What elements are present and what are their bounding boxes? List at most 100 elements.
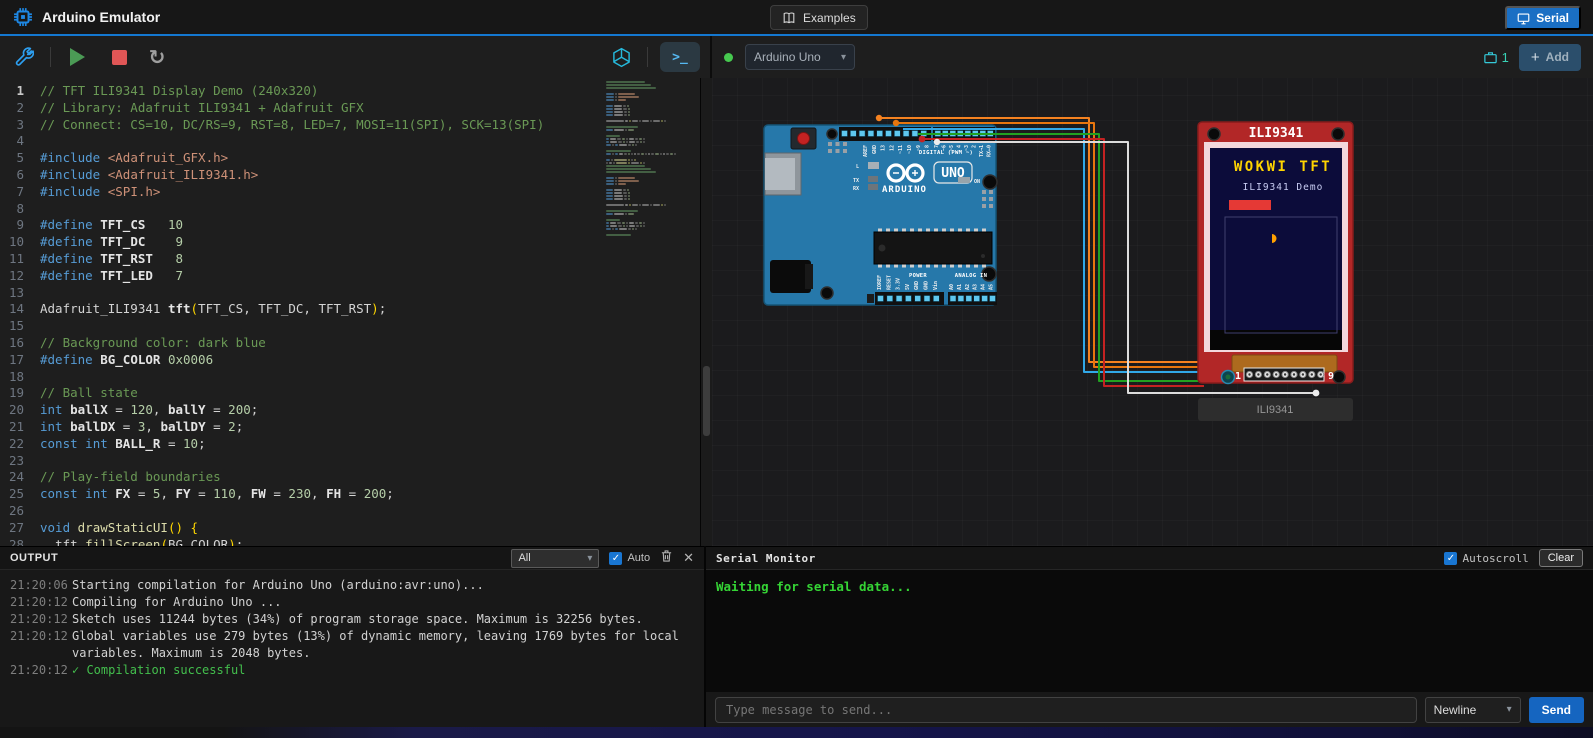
board-pin[interactable]: [828, 142, 832, 146]
wire-endpoint[interactable]: [919, 136, 926, 143]
serial-input[interactable]: [715, 697, 1417, 723]
wire-endpoint[interactable]: [893, 120, 899, 126]
close-output-button[interactable]: ✕: [683, 551, 694, 566]
board-pin[interactable]: [989, 190, 993, 194]
code-line[interactable]: 25const int FX = 5, FY = 110, FW = 230, …: [0, 486, 700, 503]
pin-silk-label: 5V: [905, 284, 911, 290]
code-line[interactable]: 15: [0, 318, 700, 335]
auto-checkbox[interactable]: [609, 552, 622, 565]
panel-splitter[interactable]: [700, 78, 712, 546]
code-line[interactable]: 20int ballX = 120, ballY = 200;: [0, 402, 700, 419]
board-pin[interactable]: [912, 131, 918, 137]
code-line[interactable]: 3// Connect: CS=10, DC/RS=9, RST=8, LED=…: [0, 117, 700, 134]
code-line[interactable]: 2// Library: Adafruit ILI9341 + Adafruit…: [0, 100, 700, 117]
board-select[interactable]: Arduino Uno ▾: [745, 44, 855, 70]
code-line[interactable]: 16// Background color: dark blue: [0, 335, 700, 352]
code-line[interactable]: 18: [0, 369, 700, 386]
board-pin[interactable]: [905, 296, 911, 302]
board-pin[interactable]: [924, 296, 930, 302]
code-line[interactable]: 11#define TFT_RST 8: [0, 251, 700, 268]
code-line[interactable]: 28 tft.fillScreen(BG_COLOR);: [0, 537, 700, 546]
board-pin[interactable]: [989, 197, 993, 201]
code-line[interactable]: 14Adafruit_ILI9341 tft(TFT_CS, TFT_DC, T…: [0, 301, 700, 318]
board-pin[interactable]: [982, 204, 986, 208]
code-line[interactable]: 23: [0, 453, 700, 470]
board-pin[interactable]: [842, 131, 848, 137]
board-pin[interactable]: [894, 131, 900, 137]
board-pin[interactable]: [836, 142, 840, 146]
code-line[interactable]: 21int ballDX = 3, ballDY = 2;: [0, 419, 700, 436]
format-code-button[interactable]: [10, 43, 38, 71]
board-pin[interactable]: [933, 296, 939, 302]
examples-button[interactable]: Examples: [770, 5, 868, 30]
wire-endpoint[interactable]: [876, 115, 882, 121]
code-line[interactable]: 9#define TFT_CS 10: [0, 217, 700, 234]
code-line[interactable]: 19// Ball state: [0, 385, 700, 402]
board-pin[interactable]: [982, 296, 988, 302]
board-pin[interactable]: [958, 296, 964, 302]
terminal-toggle-button[interactable]: >_: [660, 42, 700, 72]
output-filter-select[interactable]: All ▾: [511, 549, 599, 568]
code-token: ;: [236, 537, 244, 546]
run-button[interactable]: [63, 43, 91, 71]
board-pin[interactable]: [989, 204, 993, 208]
board-pin[interactable]: [828, 149, 832, 153]
board-pin[interactable]: [903, 131, 909, 137]
clear-output-button[interactable]: [660, 549, 673, 567]
add-part-button[interactable]: + Add: [1519, 44, 1581, 71]
board-pin[interactable]: [886, 131, 892, 137]
pin-silk-label: 3.3V: [896, 278, 902, 290]
board-pin[interactable]: [887, 296, 893, 302]
code-line[interactable]: 27void drawStaticUI() {: [0, 520, 700, 537]
board-pin[interactable]: [836, 149, 840, 153]
code-line[interactable]: 13: [0, 285, 700, 302]
code-line[interactable]: 12#define TFT_LED 7: [0, 268, 700, 285]
pin-silk-label: A5: [989, 284, 995, 290]
board-pin[interactable]: [990, 296, 996, 302]
stop-button[interactable]: [105, 43, 133, 71]
reset-button-cap[interactable]: [798, 133, 810, 145]
minimap[interactable]: [606, 81, 696, 239]
board-pin[interactable]: [982, 197, 986, 201]
wire-endpoint[interactable]: [1313, 390, 1320, 397]
board-pin[interactable]: [915, 296, 921, 302]
arduino-board[interactable]: AREFGND1312~11~10~98 7~6~54~32TX→1RX←0 D…: [764, 125, 997, 305]
code-line[interactable]: 4: [0, 133, 700, 150]
clear-serial-button[interactable]: Clear: [1539, 549, 1583, 567]
board-pin[interactable]: [974, 296, 980, 302]
minimap-segment: [628, 195, 630, 197]
code-line[interactable]: 10#define TFT_DC 9: [0, 234, 700, 251]
code-line[interactable]: 6#include <Adafruit_ILI9341.h>: [0, 167, 700, 184]
send-button[interactable]: Send: [1529, 697, 1584, 723]
board-pin[interactable]: [843, 142, 847, 146]
restart-button[interactable]: ↻: [143, 43, 171, 71]
board-pin[interactable]: [859, 131, 865, 137]
board-pin[interactable]: [843, 149, 847, 153]
code-line[interactable]: 8: [0, 201, 700, 218]
board-pin[interactable]: [950, 296, 956, 302]
tft-module[interactable]: ILI9341 WOKWI TFT ILI9341 Demo: [1198, 122, 1353, 384]
code-line[interactable]: 5#include <Adafruit_GFX.h>: [0, 150, 700, 167]
autoscroll-checkbox[interactable]: [1444, 552, 1457, 565]
diagram-canvas[interactable]: AREFGND1312~11~10~98 7~6~54~32TX→1RX←0 D…: [712, 78, 1593, 546]
code-line[interactable]: 22const int BALL_R = 10;: [0, 436, 700, 453]
editor-scrollbar-thumb[interactable]: [703, 366, 710, 436]
board-pin[interactable]: [982, 190, 986, 194]
wire-endpoint[interactable]: [934, 139, 940, 145]
board-pin[interactable]: [868, 131, 874, 137]
line-ending-select[interactable]: Newline ▾: [1425, 697, 1521, 723]
minimap-segment: [606, 138, 609, 140]
board-pin[interactable]: [896, 296, 902, 302]
code-editor[interactable]: 1// TFT ILI9341 Display Demo (240x320)2/…: [0, 78, 700, 546]
code-line[interactable]: 17#define BG_COLOR 0x0006: [0, 352, 700, 369]
board-pin[interactable]: [850, 131, 856, 137]
board-pin[interactable]: [878, 296, 884, 302]
code-line[interactable]: 26: [0, 503, 700, 520]
diagram-view-button[interactable]: [607, 43, 635, 71]
serial-button[interactable]: Serial: [1505, 6, 1581, 30]
code-line[interactable]: 7#include <SPI.h>: [0, 184, 700, 201]
board-pin[interactable]: [966, 296, 972, 302]
board-pin[interactable]: [877, 131, 883, 137]
code-line[interactable]: 1// TFT ILI9341 Display Demo (240x320): [0, 83, 700, 100]
code-line[interactable]: 24// Play-field boundaries: [0, 469, 700, 486]
